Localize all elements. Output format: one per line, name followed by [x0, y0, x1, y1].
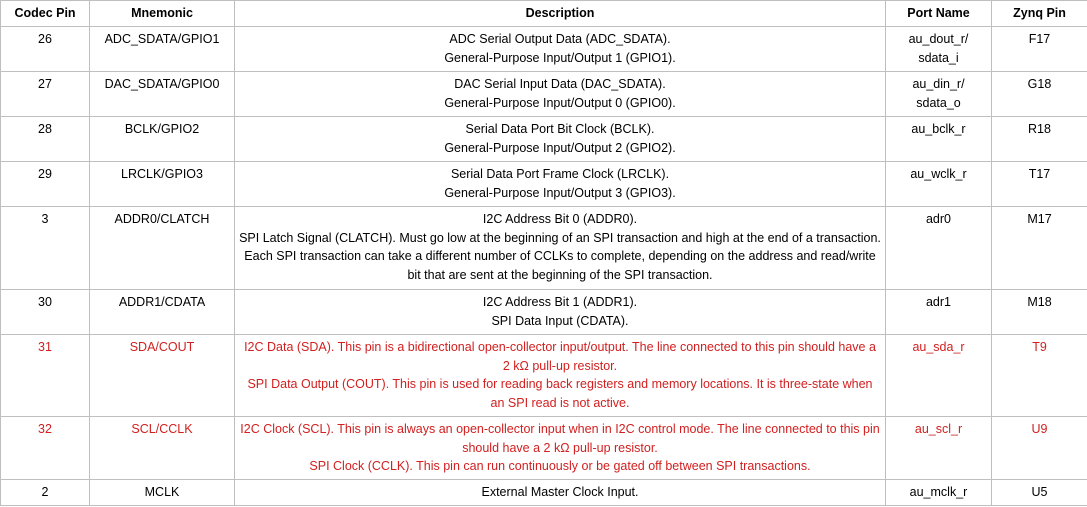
port-name-line: sdata_i	[918, 50, 959, 65]
description-line: I2C Clock (SCL). This pin is always an o…	[240, 422, 880, 455]
cell-mnemonic: ADDR1/CDATA	[89, 289, 235, 335]
description-line: General-Purpose Input/Output 1 (GPIO1).	[444, 50, 676, 65]
cell-port-name: adr1	[885, 289, 992, 335]
cell-description: External Master Clock Input.	[234, 479, 886, 506]
cell-description: I2C Address Bit 0 (ADDR0). SPI Latch Sign…	[234, 206, 886, 290]
header-description: Description	[234, 0, 886, 27]
table-row: 27 DAC_SDATA/GPIO0 DAC Serial Input Data (…	[0, 71, 1087, 117]
cell-codec-pin: 32	[0, 416, 90, 480]
cell-mnemonic: LRCLK/GPIO3	[89, 161, 235, 207]
port-name-line: au_mclk_r	[909, 485, 968, 499]
cell-port-name: au_din_r/sdata_o	[885, 71, 992, 117]
cell-zynq-pin: R18	[991, 116, 1087, 162]
header-port-name: Port Name	[885, 0, 992, 27]
table-row: 28 BCLK/GPIO2 Serial Data Port Bit Clock (…	[0, 116, 1087, 162]
table-row: 32 SCL/CCLK I2C Clock (SCL). This pin is a…	[0, 416, 1087, 480]
port-name-line: sdata_o	[916, 95, 961, 110]
table-row: 31 SDA/COUT I2C Data (SDA). This pin is a …	[0, 334, 1087, 417]
header-zynq-pin: Zynq Pin	[991, 0, 1087, 27]
port-name-line: au_wclk_r	[910, 167, 967, 181]
cell-port-name: au_mclk_r	[885, 479, 992, 506]
port-name-line: au_din_r/	[912, 77, 965, 91]
cell-port-name: au_wclk_r	[885, 161, 992, 207]
cell-zynq-pin: M18	[991, 289, 1087, 335]
description-line: Serial Data Port Bit Clock (BCLK).	[465, 122, 655, 136]
table-row: 3 ADDR0/CLATCH I2C Address Bit 0 (ADDR0). S…	[0, 206, 1087, 290]
cell-port-name: au_scl_r	[885, 416, 992, 480]
cell-description: ADC Serial Output Data (ADC_SDATA). Gener…	[234, 26, 886, 72]
table-row: 29 LRCLK/GPIO3 Serial Data Port Frame Cloc…	[0, 161, 1087, 207]
description-line: Serial Data Port Frame Clock (LRCLK).	[450, 167, 670, 181]
cell-zynq-pin: T9	[991, 334, 1087, 417]
pin-mapping-table: Codec Pin Mnemonic Description Port Name…	[0, 0, 1087, 506]
cell-zynq-pin: U9	[991, 416, 1087, 480]
header-codec-pin: Codec Pin	[0, 0, 90, 27]
cell-port-name: au_bclk_r	[885, 116, 992, 162]
cell-description: I2C Address Bit 1 (ADDR1). SPI Data Input…	[234, 289, 886, 335]
cell-codec-pin: 31	[0, 334, 90, 417]
cell-mnemonic: SCL/CCLK	[89, 416, 235, 480]
description-line: General-Purpose Input/Output 0 (GPIO0).	[444, 95, 676, 110]
cell-port-name: au_sda_r	[885, 334, 992, 417]
cell-codec-pin: 29	[0, 161, 90, 207]
description-line: SPI Clock (CCLK). This pin can run conti…	[309, 459, 811, 473]
port-name-line: au_scl_r	[914, 422, 963, 436]
cell-codec-pin: 27	[0, 71, 90, 117]
description-line: ADC Serial Output Data (ADC_SDATA).	[449, 32, 671, 46]
cell-zynq-pin: G18	[991, 71, 1087, 117]
cell-mnemonic: ADDR0/CLATCH	[89, 206, 235, 290]
cell-description: I2C Clock (SCL). This pin is always an o…	[234, 416, 886, 480]
cell-mnemonic: SDA/COUT	[89, 334, 235, 417]
description-line: General-Purpose Input/Output 3 (GPIO3).	[444, 185, 676, 200]
table-row: 2 MCLK External Master Clock Input. au_mclk…	[0, 479, 1087, 506]
header-row: Codec Pin Mnemonic Description Port Name…	[0, 0, 1087, 27]
description-line: General-Purpose Input/Output 2 (GPIO2).	[444, 140, 676, 155]
cell-codec-pin: 26	[0, 26, 90, 72]
cell-description: DAC Serial Input Data (DAC_SDATA). Genera…	[234, 71, 886, 117]
port-name-line: au_bclk_r	[911, 122, 966, 136]
cell-description: Serial Data Port Frame Clock (LRCLK). Gen…	[234, 161, 886, 207]
description-line: DAC Serial Input Data (DAC_SDATA).	[454, 77, 666, 91]
cell-mnemonic: ADC_SDATA/GPIO1	[89, 26, 235, 72]
table-row: 26 ADC_SDATA/GPIO1 ADC Serial Output Data …	[0, 26, 1087, 72]
description-line: I2C Address Bit 0 (ADDR0).	[482, 212, 638, 226]
port-name-line: au_sda_r	[912, 340, 965, 354]
header-mnemonic: Mnemonic	[89, 0, 235, 27]
cell-mnemonic: MCLK	[89, 479, 235, 506]
cell-port-name: au_dout_r/sdata_i	[885, 26, 992, 72]
cell-mnemonic: BCLK/GPIO2	[89, 116, 235, 162]
cell-description: I2C Data (SDA). This pin is a bidirectio…	[234, 334, 886, 417]
port-name-line: au_dout_r/	[908, 32, 969, 46]
cell-codec-pin: 30	[0, 289, 90, 335]
cell-codec-pin: 28	[0, 116, 90, 162]
cell-zynq-pin: F17	[991, 26, 1087, 72]
description-line: SPI Latch Signal (CLATCH). Must go low a…	[239, 230, 881, 282]
description-line: SPI Data Input (CDATA).	[491, 313, 629, 328]
cell-codec-pin: 3	[0, 206, 90, 290]
description-line: External Master Clock Input.	[481, 485, 639, 499]
cell-codec-pin: 2	[0, 479, 90, 506]
table-body: 26 ADC_SDATA/GPIO1 ADC Serial Output Data …	[0, 26, 1087, 506]
description-line: I2C Address Bit 1 (ADDR1).	[482, 295, 638, 309]
cell-zynq-pin: U5	[991, 479, 1087, 506]
description-line: SPI Data Output (COUT). This pin is used…	[247, 377, 873, 410]
cell-zynq-pin: M17	[991, 206, 1087, 290]
port-name-line: adr1	[925, 295, 952, 309]
port-name-line: adr0	[925, 212, 952, 226]
cell-port-name: adr0	[885, 206, 992, 290]
cell-mnemonic: DAC_SDATA/GPIO0	[89, 71, 235, 117]
description-line: I2C Data (SDA). This pin is a bidirectio…	[244, 340, 876, 373]
table-row: 30 ADDR1/CDATA I2C Address Bit 1 (ADDR1). S…	[0, 289, 1087, 335]
cell-zynq-pin: T17	[991, 161, 1087, 207]
cell-description: Serial Data Port Bit Clock (BCLK). Genera…	[234, 116, 886, 162]
